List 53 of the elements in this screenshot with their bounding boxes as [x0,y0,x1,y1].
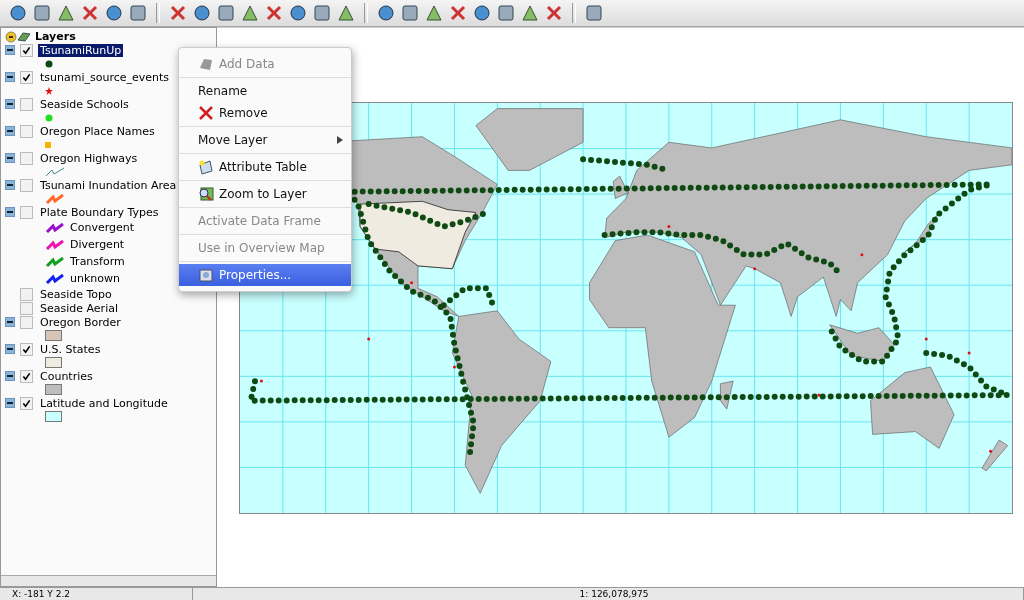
layer-checkbox[interactable] [20,205,33,219]
layer-checkbox[interactable] [20,369,33,383]
layer-name[interactable]: Seaside Aerial [38,301,120,315]
scale-readout: 1: 126,078,975 [193,588,1024,600]
collapse-icon[interactable] [5,207,15,217]
layer-checkbox[interactable] [20,70,33,84]
layer-name[interactable]: Plate Boundary Types [38,205,161,219]
layer-name[interactable]: Tsunami Inundation Area [38,178,179,192]
menu-item[interactable]: Rename [179,80,351,102]
class-label: Transform [70,255,125,268]
layer-name[interactable]: Oregon Place Names [38,124,157,138]
layer-name[interactable]: Seaside Schools [38,97,131,111]
coordinates-readout: X: -181 Y 2.2 [0,588,193,600]
layer-name[interactable]: U.S. States [38,342,103,356]
layer-checkbox[interactable] [20,97,33,111]
layer-checkbox[interactable] [20,43,33,57]
layer-checkbox[interactable] [20,151,33,165]
layer-checkbox[interactable] [20,315,33,329]
menu-item[interactable]: Move Layer [179,129,351,151]
zoom-to-layer-icon [198,186,214,202]
layer-name[interactable]: Seaside Topo [38,287,114,301]
collapse-icon[interactable] [5,398,15,408]
layer-name[interactable]: Oregon Border [38,315,123,329]
layer-name[interactable]: tsunami_source_events [38,70,172,84]
layer-checkbox[interactable] [20,178,33,192]
layers-title: Layers [35,30,76,43]
collapse-icon[interactable] [5,371,15,381]
menu-item[interactable]: Attribute Table [179,156,351,178]
menu-item[interactable]: Properties... [179,264,351,286]
layer-name[interactable]: Countries [38,369,95,383]
layer-checkbox[interactable] [20,301,33,315]
layer-name[interactable]: Oregon Highways [38,151,140,165]
collapse-icon[interactable] [5,45,15,55]
collapse-icon[interactable] [5,99,15,109]
layer-checkbox[interactable] [20,287,33,301]
class-label: unknown [70,272,120,285]
collapse-icon[interactable] [5,180,15,190]
layer-name[interactable]: TsunamiRunUp [38,43,124,57]
properties-icon [198,267,214,283]
layer-name[interactable]: Latitude and Longitude [38,396,170,410]
collapse-icon[interactable] [5,344,15,354]
class-label: Divergent [70,238,125,251]
menu-item[interactable]: Remove [179,102,351,124]
collapse-icon[interactable] [5,153,15,163]
table-icon [198,159,214,175]
menu-item[interactable]: Zoom to Layer [179,183,351,205]
collapse-icon[interactable] [5,317,15,327]
collapse-icon[interactable] [5,126,15,136]
layer-checkbox[interactable] [20,124,33,138]
layer-checkbox[interactable] [20,396,33,410]
class-label: Convergent [70,221,135,234]
layer-checkbox[interactable] [20,342,33,356]
collapse-icon[interactable] [5,72,15,82]
